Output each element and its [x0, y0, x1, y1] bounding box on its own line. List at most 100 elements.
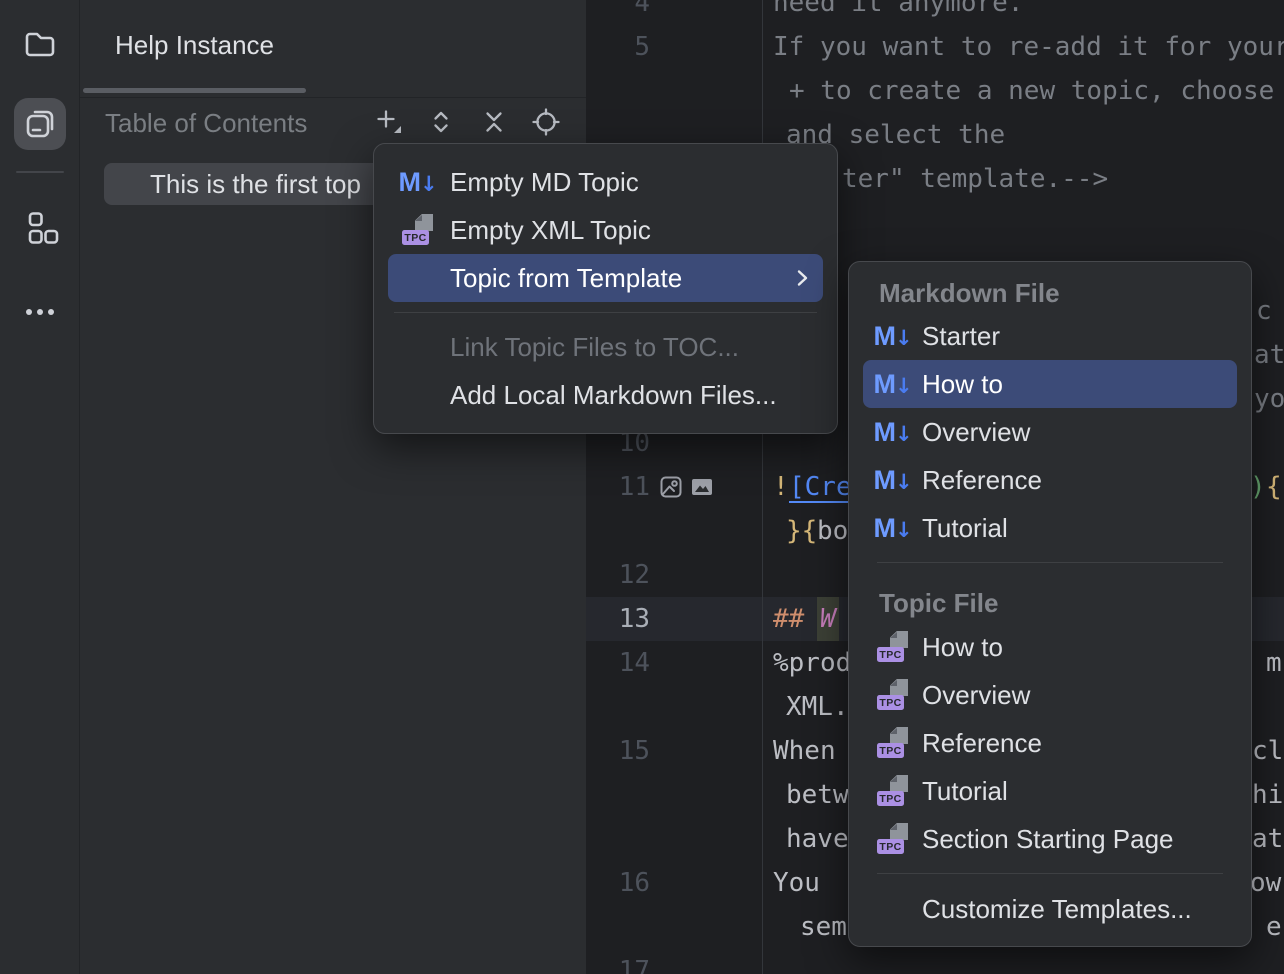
line-number: 13 — [604, 597, 650, 641]
topic-file-icon: TPC — [877, 823, 909, 855]
code-segment: XML. — [786, 685, 849, 729]
structure-tool-button[interactable] — [14, 202, 66, 254]
menu-item-empty-xml-topic[interactable]: TPC Empty XML Topic — [388, 206, 823, 254]
code-line[interactable]: 4 need it anymore. — [586, 0, 1284, 25]
topics-icon — [21, 105, 59, 143]
template-md-starter[interactable]: M↓ Starter — [863, 312, 1237, 360]
markdown-icon: M↓ — [873, 513, 912, 544]
markdown-icon: M↓ — [873, 369, 912, 400]
menu-item-add-local-markdown[interactable]: Add Local Markdown Files... — [388, 371, 823, 419]
image-filled-icon — [690, 475, 714, 499]
line-number: 14 — [604, 641, 650, 685]
menu-item-label: Link Topic Files to TOC... — [450, 332, 739, 363]
template-md-overview[interactable]: M↓ Overview — [863, 408, 1237, 456]
code-segment: at — [1254, 333, 1284, 377]
line-number: 5 — [604, 25, 650, 69]
screen: Help Instance Table of Contents — [0, 0, 1284, 974]
markdown-icon: M↓ — [873, 417, 912, 448]
topic-file-icon: TPC — [877, 679, 909, 711]
line-number: 17 — [604, 949, 650, 974]
code-segment: yo — [1254, 377, 1284, 421]
code-segment: hi — [1252, 773, 1283, 817]
code-segment: e — [1266, 905, 1282, 949]
line-number: 16 — [604, 861, 650, 905]
code-segment: ow — [1250, 861, 1281, 905]
template-md-how-to[interactable]: M↓ How to — [863, 360, 1237, 408]
markdown-icon: M↓ — [873, 321, 912, 352]
sort-button[interactable] — [422, 103, 460, 141]
template-topic-how-to[interactable]: TPC How to — [863, 623, 1237, 671]
gutter-image-icons[interactable] — [658, 474, 714, 500]
code-segment: m — [1266, 641, 1282, 685]
template-md-reference[interactable]: M↓ Reference — [863, 456, 1237, 504]
code-segment: %prod — [773, 641, 851, 685]
code-line[interactable]: + to create a new topic, choose — [586, 69, 1284, 113]
image-outline-icon — [658, 474, 684, 500]
structure-icon — [21, 209, 59, 247]
code-segment: ! — [773, 465, 789, 509]
code-segment: }{ — [786, 509, 817, 553]
tab-help-instance[interactable]: Help Instance — [115, 30, 274, 61]
menu-item-label: Empty MD Topic — [450, 167, 639, 198]
menu-item-customize-templates[interactable]: Customize Templates... — [863, 884, 1237, 934]
code-segment: ) — [1250, 465, 1266, 509]
code-line[interactable]: 5 If you want to re-add it for your — [586, 25, 1284, 69]
menu-item-link-topic-files: Link Topic Files to TOC... — [388, 323, 823, 371]
menu-separator — [877, 873, 1223, 874]
folder-icon — [21, 25, 59, 63]
target-icon — [530, 106, 562, 138]
sort-icon — [425, 106, 457, 138]
template-topic-reference[interactable]: TPC Reference — [863, 719, 1237, 767]
code-segment: [Cre — [789, 465, 852, 509]
template-topic-tutorial[interactable]: TPC Tutorial — [863, 767, 1237, 815]
template-md-tutorial[interactable]: M↓ Tutorial — [863, 504, 1237, 552]
locate-button[interactable] — [527, 103, 565, 141]
line-number: 15 — [604, 729, 650, 773]
template-topic-section-starting-page[interactable]: TPC Section Starting Page — [863, 815, 1237, 863]
markdown-icon: M↓ — [873, 465, 912, 496]
code-segment: When — [773, 729, 836, 773]
toc-title: Table of Contents — [105, 108, 307, 139]
code-segment: + to create a new topic, choose — [789, 69, 1284, 113]
topic-file-icon: TPC — [877, 727, 909, 759]
menu-item-topic-from-template[interactable]: Topic from Template — [388, 254, 823, 302]
stripe-separator — [16, 171, 64, 173]
more-icon — [21, 286, 59, 324]
menu-item-empty-md-topic[interactable]: M↓ Empty MD Topic — [388, 158, 823, 206]
line-number: 11 — [604, 465, 650, 509]
code-segment: W — [817, 597, 839, 641]
code-segment: bo — [817, 509, 848, 553]
collapse-all-button[interactable] — [475, 103, 513, 141]
code-segment: ## — [773, 597, 804, 641]
code-line[interactable]: 17 — [586, 949, 1284, 974]
topics-tool-button[interactable] — [14, 98, 66, 150]
tab-underline — [83, 88, 306, 93]
submenu-chevron-icon — [789, 265, 815, 291]
collapse-icon — [478, 106, 510, 138]
code-segment: at — [1252, 817, 1283, 861]
code-segment: sem — [800, 905, 847, 949]
menu-item-label: Empty XML Topic — [450, 215, 651, 246]
code-segment: betw — [786, 773, 849, 817]
topic-file-icon: TPC — [877, 775, 909, 807]
template-topic-overview[interactable]: TPC Overview — [863, 671, 1237, 719]
menu-item-label: Topic from Template — [450, 263, 682, 294]
code-segment: ter" template.--> — [842, 157, 1108, 201]
topic-template-submenu: Markdown File M↓ Starter M↓ How to M↓ Ov… — [848, 261, 1252, 947]
code-segment: c — [1256, 289, 1272, 333]
line-number: 4 — [604, 0, 650, 25]
menu-separator — [394, 312, 817, 313]
more-tools-button[interactable] — [14, 279, 66, 331]
add-topic-button[interactable] — [369, 103, 407, 141]
project-tool-button[interactable] — [14, 18, 66, 70]
tool-window-header: Help Instance — [80, 0, 586, 98]
plus-icon — [372, 106, 404, 138]
code-segment: If you want to re-add it for your — [773, 25, 1284, 69]
code-segment: have — [786, 817, 849, 861]
menu-item-label: Add Local Markdown Files... — [450, 380, 777, 411]
code-segment: { — [1266, 465, 1282, 509]
menu-separator — [877, 562, 1223, 563]
code-segment: need it anymore. — [773, 0, 1023, 25]
line-number: 12 — [604, 553, 650, 597]
code-segment: cl — [1252, 729, 1283, 773]
